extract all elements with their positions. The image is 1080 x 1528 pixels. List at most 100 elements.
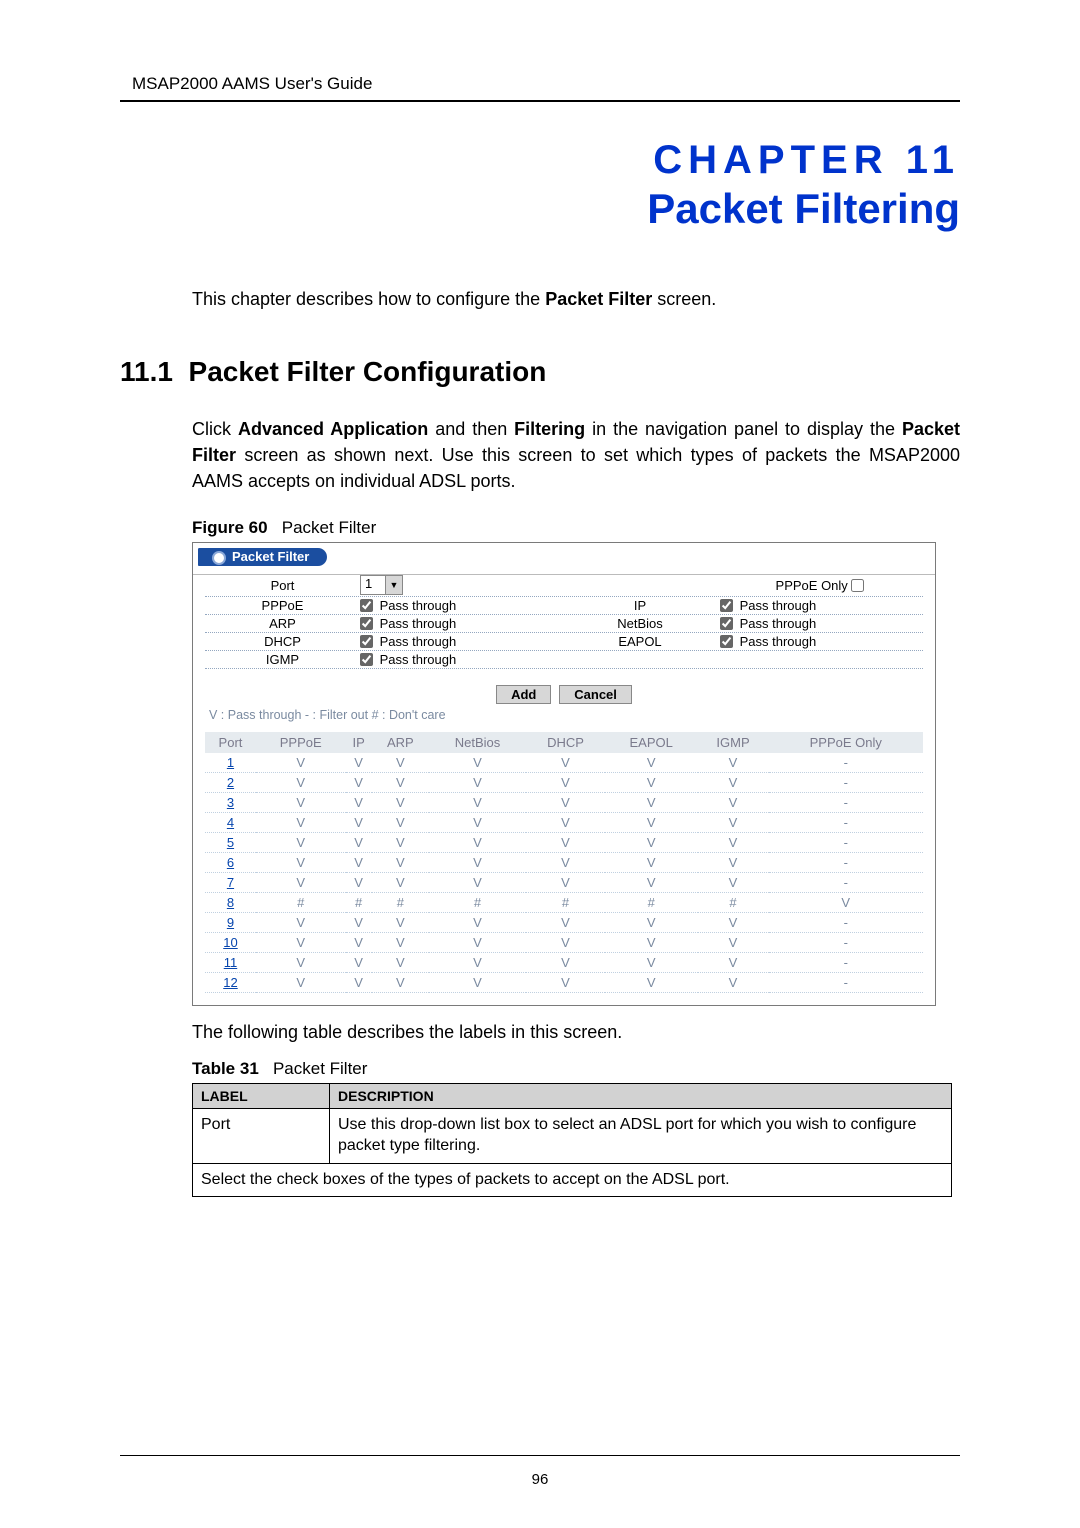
filter-cell: V [698,973,769,993]
section-heading: 11.1 Packet Filter Configuration [120,356,960,388]
filter-table-header: Port [205,732,256,753]
filter-cell: V [346,853,372,873]
filter-cell: - [769,773,923,793]
port-link[interactable]: 2 [205,773,256,793]
screen-title-tab: Packet Filter [198,548,327,566]
port-link[interactable]: 1 [205,753,256,773]
filter-cell: V [372,833,429,853]
pppoe-only-checkbox[interactable] [851,579,864,592]
filter-cell: V [429,753,526,773]
filter-cell: - [769,833,923,853]
filter-table-header: DHCP [526,732,605,753]
dhcp-checkbox[interactable] [360,635,373,648]
filter-cell: - [769,973,923,993]
filter-cell: V [256,953,346,973]
filter-cell: V [605,953,698,973]
filter-cell: V [698,953,769,973]
filter-cell: V [372,953,429,973]
filter-cell: # [372,893,429,913]
port-link[interactable]: 6 [205,853,256,873]
chapter-intro: This chapter describes how to configure … [192,287,960,312]
port-select[interactable]: 1 ▼ [360,575,403,595]
section-number: 11.1 [120,356,173,387]
section-body: Click Advanced Application and then Filt… [192,416,960,494]
filter-cell: - [769,933,923,953]
filter-cell: V [605,833,698,853]
filter-table-header: PPPoE Only [769,732,923,753]
filter-cell: # [346,893,372,913]
filter-cell: V [698,853,769,873]
filter-cell: - [769,953,923,973]
filter-cell: # [429,893,526,913]
filter-cell: V [372,793,429,813]
filter-cell: V [605,973,698,993]
filter-cell: V [526,873,605,893]
table-row: 12VVVVVVV- [205,973,923,993]
filter-cell: V [526,833,605,853]
filter-cell: V [429,813,526,833]
ip-checkbox[interactable] [720,599,733,612]
port-link[interactable]: 8 [205,893,256,913]
filter-cell: V [526,953,605,973]
filter-cell: V [698,793,769,813]
filter-cell: V [256,913,346,933]
filter-cell: V [605,933,698,953]
table-row: 2VVVVVVV- [205,773,923,793]
filter-table-header: IP [346,732,372,753]
desc-th-label: LABEL [193,1084,330,1109]
filter-cell: V [526,793,605,813]
filter-cell: V [526,853,605,873]
filter-cell: V [256,753,346,773]
section-title: Packet Filter Configuration [189,356,547,387]
table-caption: Table 31 Packet Filter [192,1059,960,1079]
table-row: 9VVVVVVV- [205,913,923,933]
port-link[interactable]: 10 [205,933,256,953]
filter-cell: V [698,813,769,833]
igmp-checkbox[interactable] [360,653,373,666]
filter-cell: V [605,793,698,813]
port-link[interactable]: 4 [205,813,256,833]
filter-cell: V [605,913,698,933]
filter-table-header: ARP [372,732,429,753]
filter-cell: V [429,973,526,993]
filter-cell: V [372,913,429,933]
footer-rule [120,1455,960,1456]
filter-cell: V [256,813,346,833]
chapter-title: Packet Filtering [120,185,960,233]
table-row: 5VVVVVVV- [205,833,923,853]
igmp-label: IGMP [205,652,360,667]
netbios-checkbox[interactable] [720,617,733,630]
port-link[interactable]: 12 [205,973,256,993]
filter-cell: # [698,893,769,913]
packet-filter-screenshot: Packet Filter Port 1 ▼ PPPoE Only [192,542,936,1006]
header-guide: MSAP2000 AAMS User's Guide [120,74,960,94]
port-link[interactable]: 11 [205,953,256,973]
filter-cell: V [256,793,346,813]
desc-row-span: Select the check boxes of the types of p… [193,1163,952,1197]
port-link[interactable]: 9 [205,913,256,933]
add-button[interactable]: Add [496,685,551,704]
filter-cell: - [769,793,923,813]
filter-cell: # [256,893,346,913]
eapol-label: EAPOL [560,634,720,649]
chapter-label: CHAPTER 11 [120,138,960,183]
port-link[interactable]: 3 [205,793,256,813]
filter-cell: V [698,933,769,953]
filter-cell: V [429,933,526,953]
filter-table-header: NetBios [429,732,526,753]
cancel-button[interactable]: Cancel [559,685,632,704]
filter-cell: V [372,853,429,873]
port-link[interactable]: 7 [205,873,256,893]
arp-checkbox[interactable] [360,617,373,630]
filter-cell: V [429,953,526,973]
filter-cell: V [526,813,605,833]
filter-cell: V [429,793,526,813]
filter-cell: - [769,753,923,773]
pppoe-checkbox[interactable] [360,599,373,612]
filter-cell: V [429,833,526,853]
filter-cell: V [526,913,605,933]
filter-cell: V [346,913,372,933]
port-select-value: 1 [361,576,385,594]
port-link[interactable]: 5 [205,833,256,853]
eapol-checkbox[interactable] [720,635,733,648]
